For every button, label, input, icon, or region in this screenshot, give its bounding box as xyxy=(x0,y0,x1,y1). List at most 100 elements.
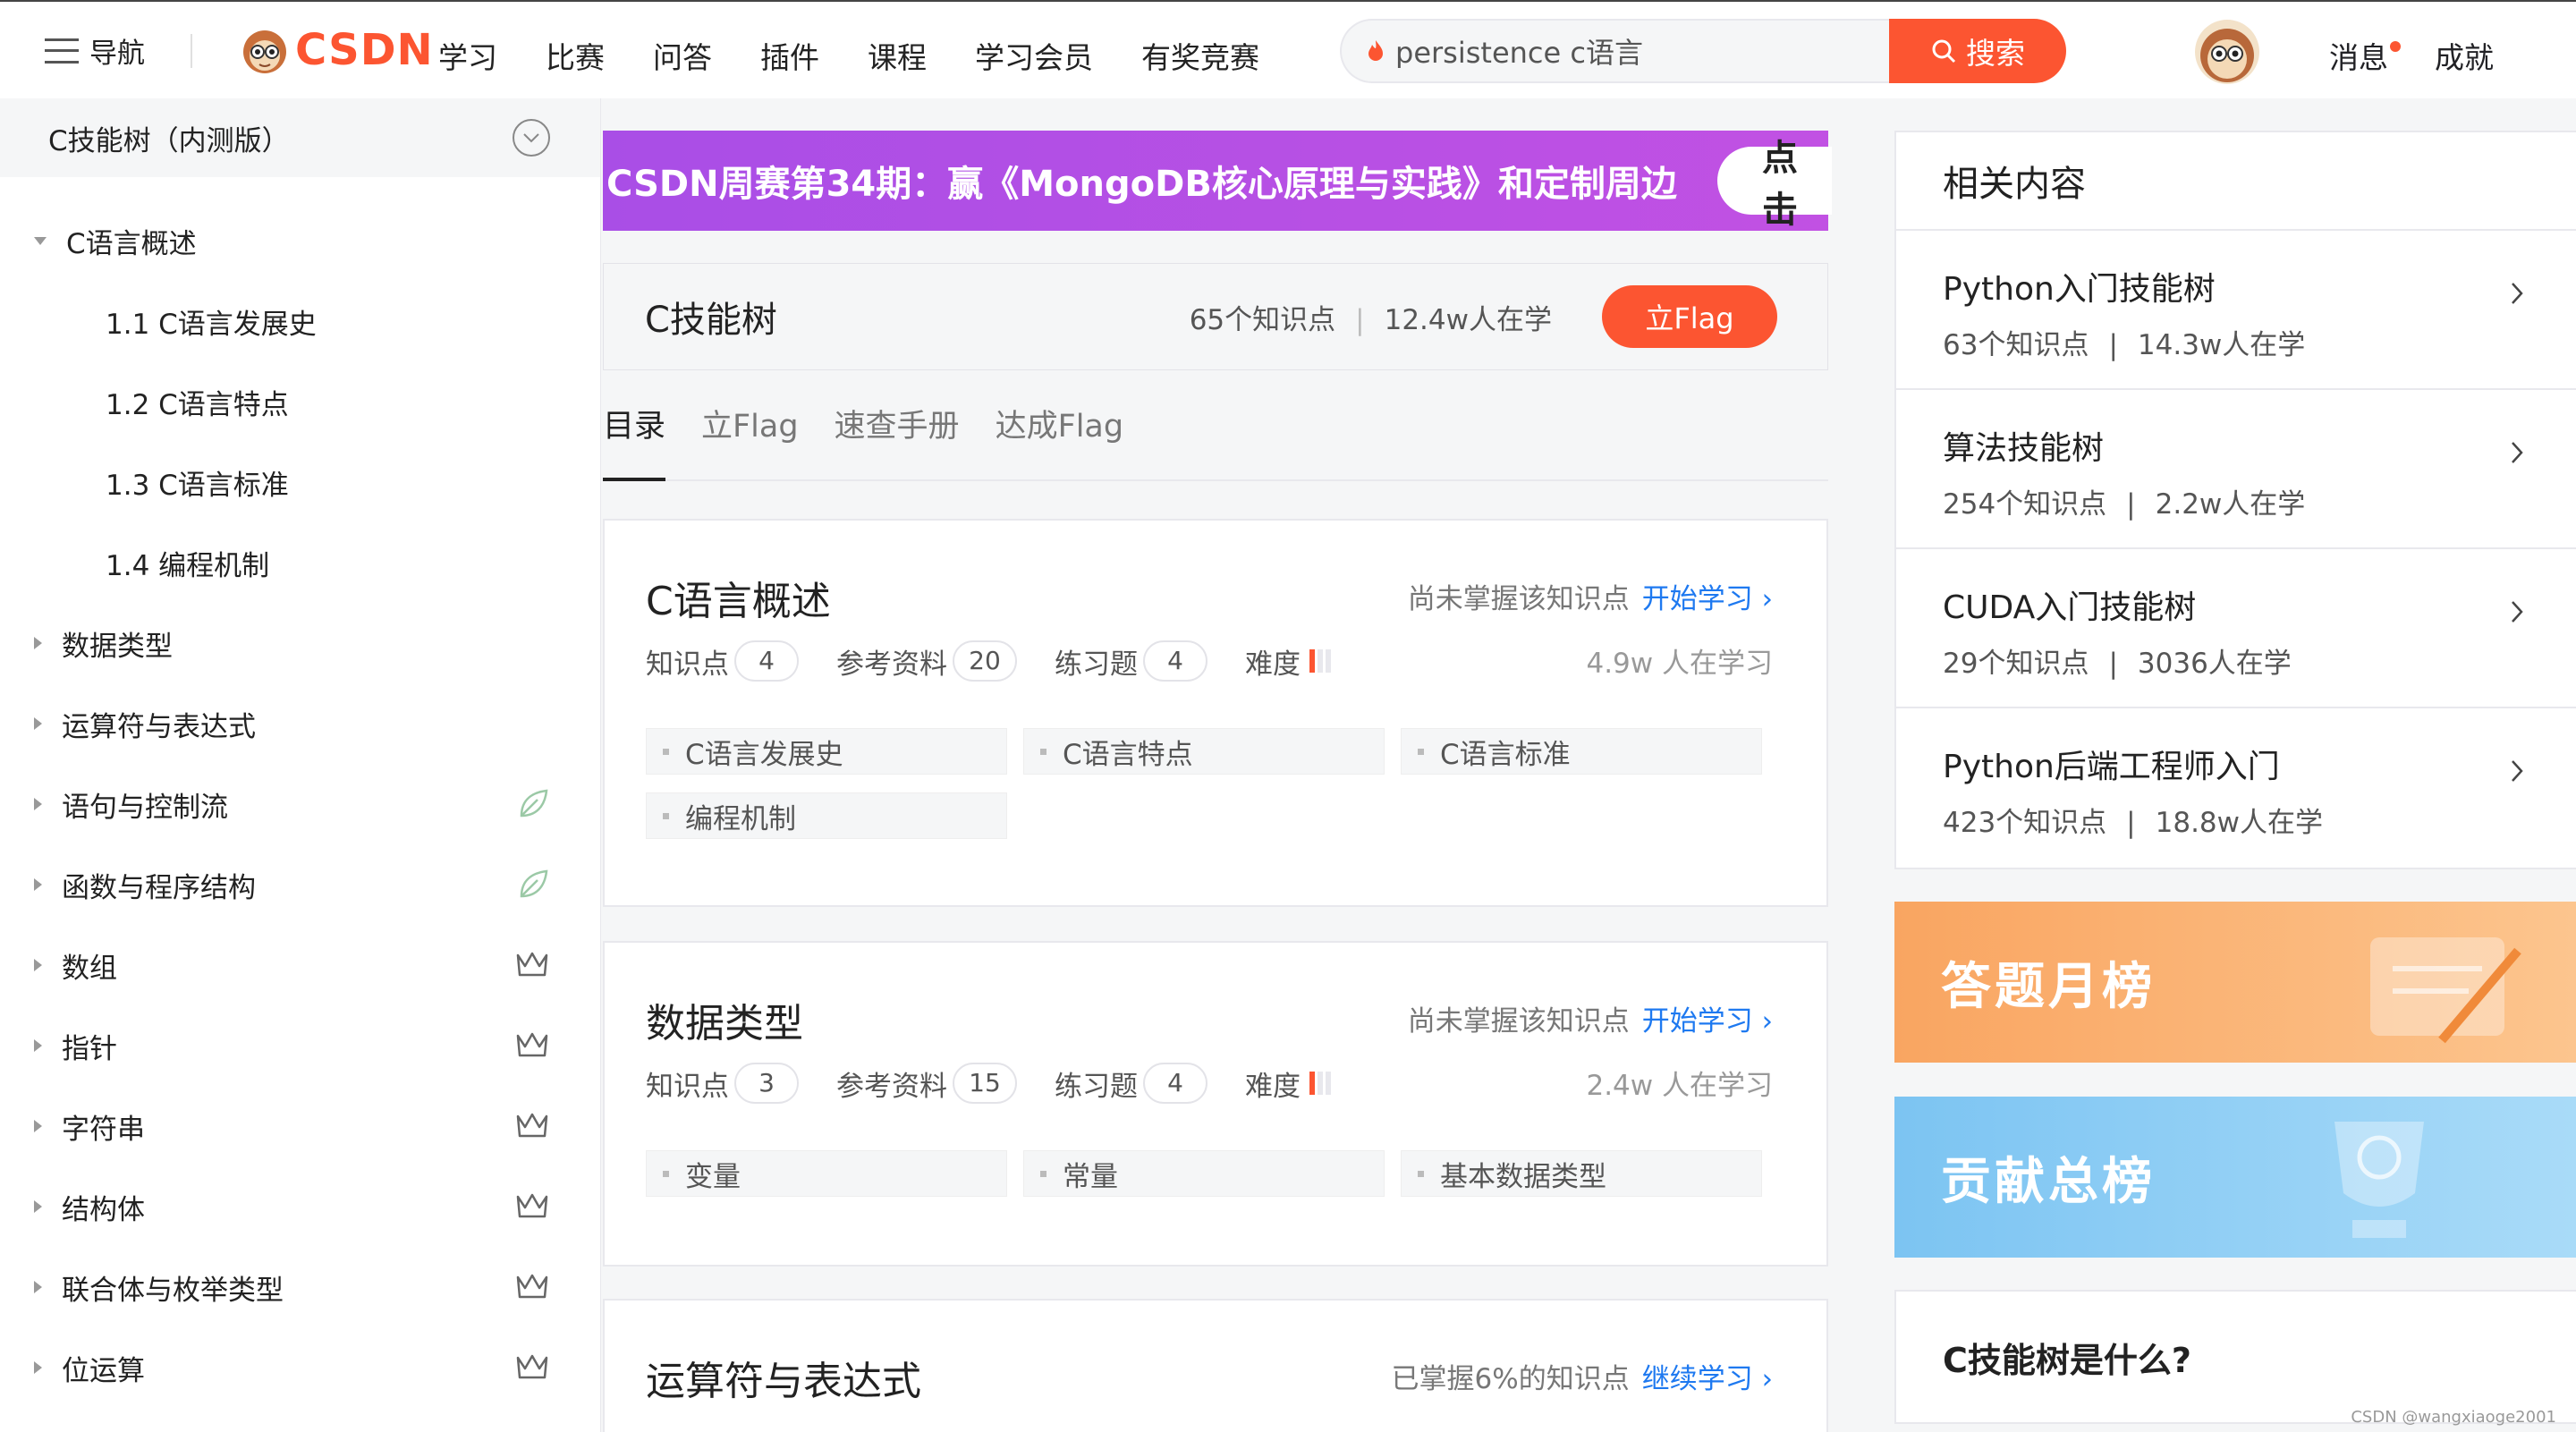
what-is-skill-tree[interactable]: C技能树是什么? xyxy=(1894,1290,2576,1424)
search-bar: 搜索 xyxy=(1340,19,2066,83)
sidebar-item-data-types[interactable]: 数据类型 xyxy=(0,603,600,683)
tab-achieved-flag[interactable]: 达成Flag xyxy=(996,404,1124,481)
caret-right-icon xyxy=(34,637,42,649)
related-item[interactable]: Python入门技能树 63个知识点 | 14.3w人在学 xyxy=(1896,231,2576,390)
chapter-learners: 4.9w 人在学习 xyxy=(1586,648,1773,680)
search-input[interactable] xyxy=(1395,34,1860,68)
sidebar-subitem[interactable]: 1.1 C语言发展史 xyxy=(0,281,600,361)
sidebar-item-bitwise[interactable]: 位运算 xyxy=(0,1327,600,1408)
tab-cheatsheet[interactable]: 速查手册 xyxy=(835,404,960,481)
skill-tree-header: C技能树 65个知识点 | 12.4w人在学 立Flag xyxy=(603,263,1828,370)
related-title: 相关内容 xyxy=(1896,132,2576,231)
chapter-status: 尚未掌握该知识点 开始学习 › xyxy=(1408,576,1773,616)
topic-chip[interactable]: C语言标准 xyxy=(1401,728,1762,775)
top-nav: 学习 比赛 问答 插件 课程 学习会员 有奖竞赛 xyxy=(438,34,1308,77)
nav-item-course[interactable]: 课程 xyxy=(868,34,927,77)
chevron-right-icon xyxy=(2512,283,2523,304)
caret-right-icon xyxy=(34,717,42,730)
user-links: 消息 成就 xyxy=(2329,34,2494,77)
monkey-logo-icon xyxy=(243,30,286,73)
related-item[interactable]: Python后端工程师入门 423个知识点 | 18.8w人在学 xyxy=(1896,708,2576,868)
sidebar-item-control-flow[interactable]: 语句与控制流 xyxy=(0,764,600,844)
promo-banner[interactable]: CSDN周赛第34期：赢《MongoDB核心原理与实践》和定制周边 点击 xyxy=(603,131,1832,231)
trophy-icon xyxy=(2334,1122,2424,1238)
sidebar-subitem[interactable]: 1.2 C语言特点 xyxy=(0,361,600,442)
status-text: 尚未掌握该知识点 xyxy=(1407,583,1630,615)
search-button[interactable]: 搜索 xyxy=(1889,19,2066,83)
sidebar-item-operators[interactable]: 运算符与表达式 xyxy=(0,683,600,764)
sidebar-item-c-overview[interactable]: C语言概述 xyxy=(0,200,600,281)
exercises-label: 练习题 xyxy=(1055,648,1138,681)
refs-label: 参考资料 xyxy=(836,648,947,681)
related-learners: 18.8w人在学 xyxy=(2155,807,2324,839)
related-stats: 423个知识点 | 18.8w人在学 xyxy=(1943,807,2324,839)
sidebar-item-arrays[interactable]: 数组 xyxy=(0,925,600,1005)
chapter-status: 已掌握6%的知识点 继续学习 › xyxy=(1392,1356,1773,1396)
search-box xyxy=(1340,19,1889,83)
sidebar-title: C技能树（内测版） xyxy=(48,124,290,157)
csdn-logo[interactable]: CSDN xyxy=(240,25,434,75)
exercises-count: 4 xyxy=(1143,640,1208,682)
messages-link[interactable]: 消息 xyxy=(2329,34,2401,77)
tab-set-flag[interactable]: 立Flag xyxy=(701,404,799,481)
knowledge-count: 4 xyxy=(734,640,799,682)
continue-learning-link[interactable]: 继续学习 › xyxy=(1642,1363,1773,1395)
sidebar-item-strings[interactable]: 字符串 xyxy=(0,1086,600,1166)
chevron-down-icon[interactable] xyxy=(513,119,550,157)
set-flag-button[interactable]: 立Flag xyxy=(1602,285,1777,348)
sidebar-item-label: C语言概述 xyxy=(66,227,197,260)
difficulty-label: 难度 xyxy=(1245,648,1301,681)
topic-chip[interactable]: 变量 xyxy=(646,1150,1007,1197)
related-stats: 254个知识点 | 2.2w人在学 xyxy=(1943,488,2306,521)
sidebar-subitem[interactable]: 1.3 C语言标准 xyxy=(0,442,600,522)
start-learning-label: 开始学习 xyxy=(1641,1005,1753,1038)
skill-learners: 12.4w人在学 xyxy=(1384,303,1552,336)
banner-button[interactable]: 点击 xyxy=(1717,138,1832,231)
related-item[interactable]: CUDA入门技能树 29个知识点 | 3036人在学 xyxy=(1896,549,2576,708)
chevron-right-icon xyxy=(2512,760,2523,782)
start-learning-link[interactable]: 开始学习 › xyxy=(1642,1005,1773,1038)
search-icon xyxy=(1932,39,1956,64)
contribution-leaderboard[interactable]: 贡献总榜 xyxy=(1894,1097,2576,1258)
sidebar-item-functions[interactable]: 函数与程序结构 xyxy=(0,844,600,925)
knowledge-count: 3 xyxy=(734,1063,799,1104)
chapter-status: 尚未掌握该知识点 开始学习 › xyxy=(1408,998,1773,1038)
skill-title: C技能树 xyxy=(645,300,777,341)
fire-icon xyxy=(1368,40,1383,61)
nav-item-plugin[interactable]: 插件 xyxy=(760,34,819,77)
skill-knowledge-count: 65个知识点 xyxy=(1189,303,1336,336)
nav-menu-button[interactable]: 导航 xyxy=(45,30,145,71)
difficulty-meter xyxy=(1309,649,1331,673)
exercises-label: 练习题 xyxy=(1055,1070,1138,1103)
related-item[interactable]: 算法技能树 254个知识点 | 2.2w人在学 xyxy=(1896,390,2576,549)
topic-chip[interactable]: 基本数据类型 xyxy=(1401,1150,1762,1197)
nav-item-prize[interactable]: 有奖竞赛 xyxy=(1141,34,1259,77)
chevron-right-icon xyxy=(2512,442,2523,463)
sidebar-item-unions[interactable]: 联合体与枚举类型 xyxy=(0,1247,600,1327)
nav-item-learn[interactable]: 学习 xyxy=(438,34,497,77)
chapter-title: C语言概述 xyxy=(646,579,831,624)
skill-stats: 65个知识点 | 12.4w人在学 xyxy=(1189,303,1552,336)
leaf-icon xyxy=(520,869,548,898)
topic-chip[interactable]: C语言特点 xyxy=(1023,728,1385,775)
sidebar-header[interactable]: C技能树（内测版） xyxy=(0,98,600,177)
avatar[interactable] xyxy=(2195,20,2259,84)
sidebar-item-pointers[interactable]: 指针 xyxy=(0,1005,600,1086)
sidebar-subitem[interactable]: 1.4 编程机制 xyxy=(0,522,600,603)
banner-text: CSDN周赛第34期：赢《MongoDB核心原理与实践》和定制周边 xyxy=(606,164,1677,205)
topic-chip[interactable]: C语言发展史 xyxy=(646,728,1007,775)
continue-learning-label: 继续学习 xyxy=(1641,1363,1753,1395)
answer-leaderboard[interactable]: 答题月榜 xyxy=(1894,902,2576,1063)
nav-item-vip[interactable]: 学习会员 xyxy=(975,34,1093,77)
tab-catalog[interactable]: 目录 xyxy=(603,404,666,481)
topic-chip[interactable]: 常量 xyxy=(1023,1150,1385,1197)
sidebar-item-label: 字符串 xyxy=(62,1113,145,1146)
nav-item-contest[interactable]: 比赛 xyxy=(546,34,605,77)
achievements-link[interactable]: 成就 xyxy=(2435,34,2494,77)
caret-right-icon xyxy=(34,798,42,810)
sidebar-item-structs[interactable]: 结构体 xyxy=(0,1166,600,1247)
tab-bar: 目录 立Flag 速查手册 达成Flag xyxy=(603,404,1828,481)
nav-item-qa[interactable]: 问答 xyxy=(653,34,712,77)
start-learning-link[interactable]: 开始学习 › xyxy=(1642,583,1773,615)
topic-chip[interactable]: 编程机制 xyxy=(646,792,1007,839)
